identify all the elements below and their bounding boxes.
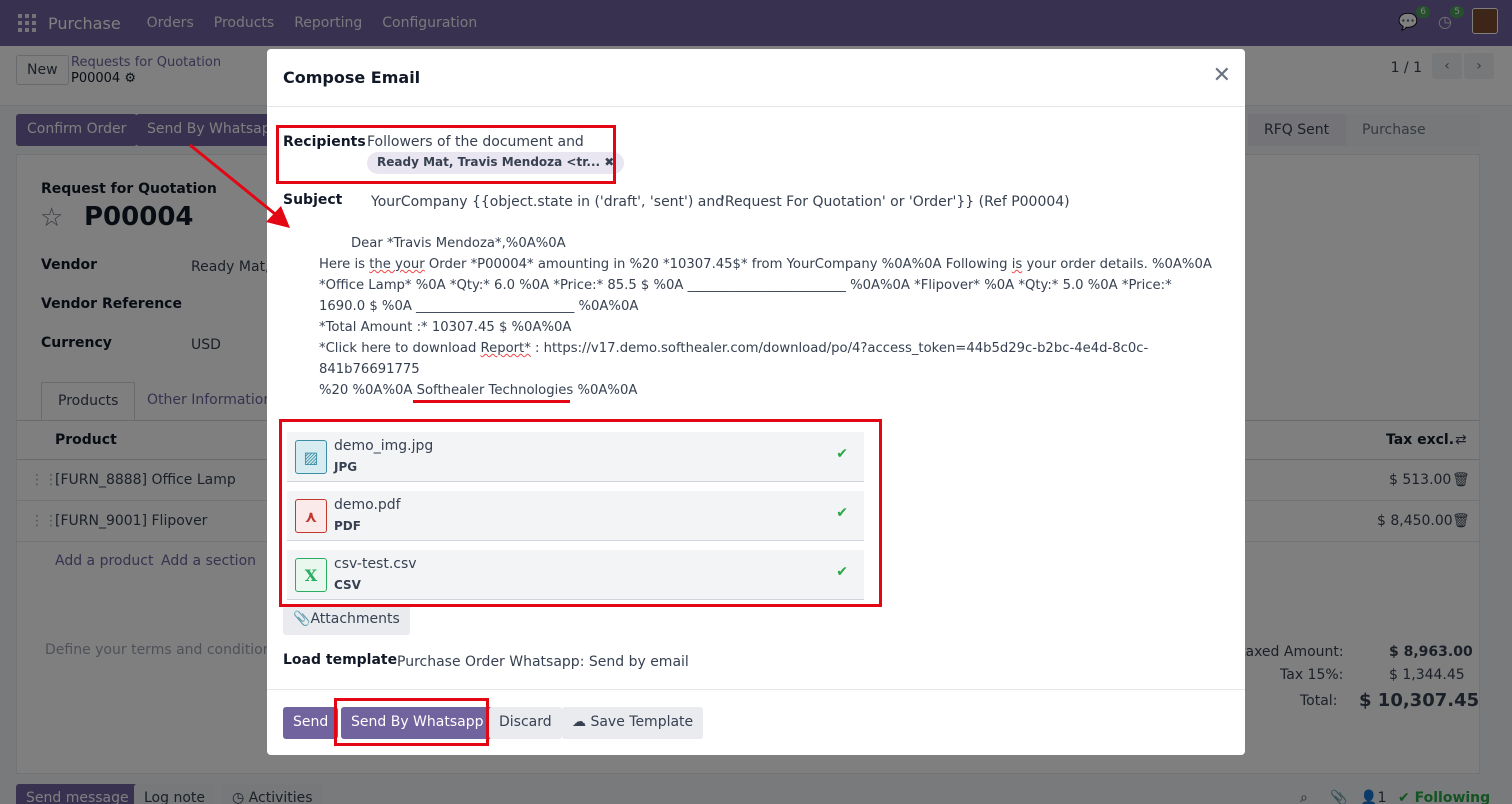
body-line: Here is the your Order *P00004* amountin… xyxy=(319,254,1212,275)
discard-button[interactable]: Discard xyxy=(489,707,562,739)
save-template-label: Save Template xyxy=(590,714,694,730)
load-template-label: Load template xyxy=(283,652,398,668)
body-line: *Total Amount :* 10307.45 $ %0A%0A xyxy=(319,320,572,335)
body-text: your order details. %0A%0A xyxy=(1022,257,1212,272)
body-line: Dear *Travis Mendoza*,%0A%0A xyxy=(351,236,566,251)
body-text: : https://v17.demo.softhealer.com/downlo… xyxy=(530,341,1149,356)
save-template-button[interactable]: ☁ Save Template xyxy=(562,707,704,739)
attachments-button-label: Attachments xyxy=(310,611,400,627)
body-line: *Office Lamp* %0A *Qty:* 6.0 %0A *Price:… xyxy=(319,278,1172,293)
body-line: %20 %0A%0A Softhealer Technologies %0A%0… xyxy=(319,380,1212,401)
body-line: 1690.0 $ %0A ________________________ %0… xyxy=(319,299,639,314)
body-text: Order *P00004* amounting in %20 *10307.4… xyxy=(424,257,1012,272)
cloud-upload-icon: ☁ xyxy=(572,714,591,730)
body-text-misspelled: Report* xyxy=(480,341,531,356)
modal-title: Compose Email xyxy=(283,68,421,87)
body-line: *Click here to download Report* : https:… xyxy=(319,338,1212,359)
body-text-company: Softhealer Technologies xyxy=(416,383,574,398)
annotation-box-whatsapp xyxy=(334,698,489,746)
body-text: Here is xyxy=(319,257,370,272)
paperclip-icon: 📎 xyxy=(293,611,311,627)
load-template-select[interactable]: Purchase Order Whatsapp: Send by email xyxy=(397,654,689,670)
email-body[interactable]: Dear *Travis Mendoza*,%0A%0A Here is the… xyxy=(319,233,1212,401)
body-text: %0A%0A xyxy=(573,383,638,398)
close-icon[interactable]: ✕ xyxy=(1213,65,1231,87)
modal-header: Compose Email ✕ xyxy=(267,49,1245,107)
annotation-box-attachments xyxy=(279,419,882,607)
body-text: *Click here to download xyxy=(319,341,481,356)
attachments-button[interactable]: 📎Attachments xyxy=(283,605,410,635)
subject-label: Subject xyxy=(283,192,343,208)
subject-part-2[interactable]: 'Request For Quotation' or 'Order'}} (Re… xyxy=(721,194,1070,210)
annotation-underline-company xyxy=(413,400,570,403)
body-text: %20 %0A%0A xyxy=(319,383,417,398)
subject-part-1[interactable]: YourCompany {{object.state in ('draft', … xyxy=(371,194,724,210)
body-text-misspelled: the your xyxy=(369,257,425,272)
annotation-box-recipients xyxy=(276,125,616,184)
body-line: 841b76691775 xyxy=(319,362,420,377)
body-text-misspelled: is xyxy=(1011,257,1023,272)
send-button[interactable]: Send xyxy=(283,707,339,739)
